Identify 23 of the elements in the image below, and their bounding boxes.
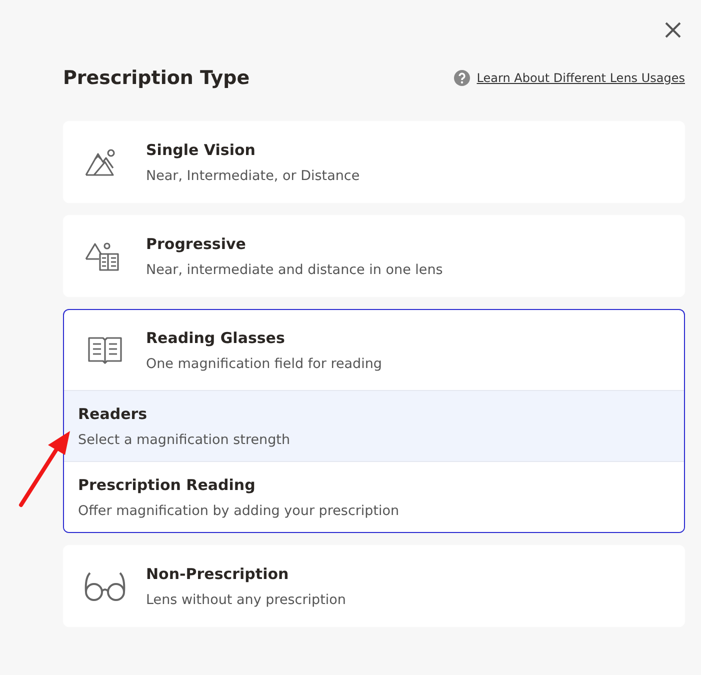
sub-option-subtitle: Offer magnification by adding your prescription [78, 502, 400, 518]
sub-option-subtitle: Select a magnification strength [78, 432, 292, 448]
option-card[interactable]: Reading Glasses One magnification field for reading Readers Select a magnification strength Prescription Reading Offer magnification by adding your prescription [63, 309, 685, 533]
sub-option-title: Prescription Reading [78, 476, 256, 494]
help-icon [454, 70, 470, 86]
sub-option-title: Readers [78, 404, 148, 422]
option-title: Progressive [146, 234, 247, 252]
option-title: Reading Glasses [146, 328, 286, 346]
option-subtitle: One magnification field for reading [146, 356, 382, 372]
option-subtitle: Lens without any prescription [146, 592, 346, 608]
option-card[interactable]: Single Vision Near, Intermediate, or Distance [63, 121, 685, 203]
option-card[interactable]: Progressive Near, intermediate and distance in one lens [63, 215, 685, 297]
option-card[interactable]: Non-Prescription Lens without any prescription [63, 545, 685, 627]
option-title: Single Vision [146, 140, 256, 158]
page-title: Prescription Type [63, 67, 250, 89]
help-link[interactable]: Learn About Different Lens Usages [476, 71, 685, 85]
book-icon [87, 335, 123, 365]
option-subtitle: Near, intermediate and distance in one lens [146, 262, 443, 278]
option-title: Non-Prescription [146, 564, 290, 582]
sub-option[interactable]: Prescription Reading Offer magnification by adding your prescription [64, 461, 684, 532]
sub-option[interactable]: Readers Select a magnification strength [64, 390, 684, 461]
glasses-icon [84, 570, 126, 602]
option-subtitle: Near, Intermediate, or Distance [146, 168, 360, 184]
